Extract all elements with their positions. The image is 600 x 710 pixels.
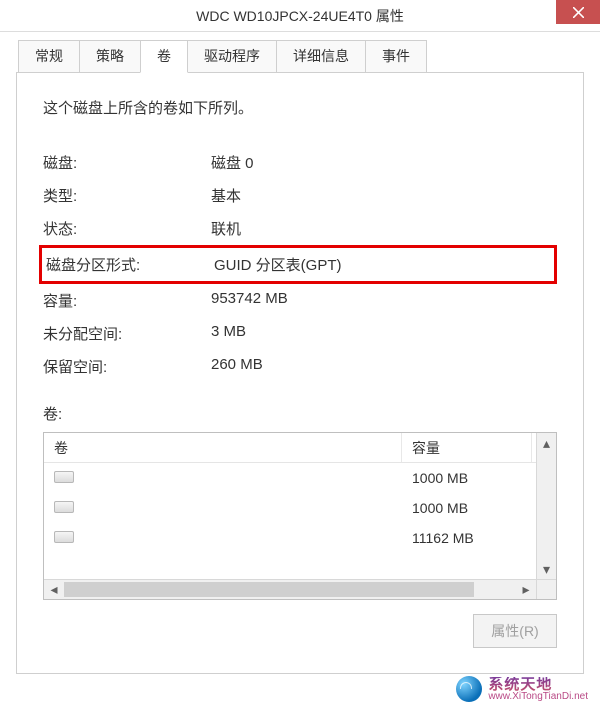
scroll-right-icon[interactable]: ▸ — [516, 580, 536, 599]
table-body: 1000 MB 1000 MB 11162 MB — [44, 463, 556, 553]
table-row[interactable]: 11162 MB — [44, 523, 556, 553]
label-capacity: 容量: — [43, 290, 211, 311]
scroll-down-icon[interactable]: ▾ — [537, 559, 556, 579]
volumes-list[interactable]: 卷 容量 1000 MB 1000 MB 11162 MB ▴ ▾ ◂ — [43, 432, 557, 600]
tab-strip: 常规 策略 卷 驱动程序 详细信息 事件 — [0, 32, 600, 73]
intro-text: 这个磁盘上所含的卷如下所列。 — [43, 97, 557, 118]
drive-icon — [54, 531, 74, 543]
tab-policies[interactable]: 策略 — [79, 40, 141, 73]
column-header-capacity[interactable]: 容量 — [402, 433, 532, 462]
value-partition-style: GUID 分区表(GPT) — [214, 254, 342, 275]
table-row[interactable]: 1000 MB — [44, 463, 556, 493]
row-capacity: 容量: 953742 MB — [43, 284, 557, 317]
scroll-left-icon[interactable]: ◂ — [44, 580, 64, 599]
drive-icon — [54, 471, 74, 483]
cell-capacity: 1000 MB — [402, 500, 532, 516]
row-reserved: 保留空间: 260 MB — [43, 350, 557, 383]
scroll-up-icon[interactable]: ▴ — [537, 433, 556, 453]
watermark-title: 系统天地 — [488, 677, 588, 692]
value-status: 联机 — [211, 218, 241, 239]
properties-button[interactable]: 属性(R) — [473, 614, 557, 648]
tab-general[interactable]: 常规 — [18, 40, 80, 73]
window-title: WDC WD10JPCX-24UE4T0 属性 — [196, 6, 404, 26]
value-reserved: 260 MB — [211, 356, 263, 377]
table-row[interactable]: 1000 MB — [44, 493, 556, 523]
drive-icon — [54, 501, 74, 513]
watermark-url: www.XiTongTianDi.net — [488, 692, 588, 702]
scroll-corner — [536, 579, 556, 599]
tab-driver[interactable]: 驱动程序 — [187, 40, 277, 73]
scroll-track[interactable] — [474, 580, 516, 599]
row-unallocated: 未分配空间: 3 MB — [43, 317, 557, 350]
cell-capacity: 1000 MB — [402, 470, 532, 486]
tab-panel-volumes: 这个磁盘上所含的卷如下所列。 磁盘: 磁盘 0 类型: 基本 状态: 联机 磁盘… — [16, 72, 584, 674]
close-icon — [573, 7, 584, 18]
tab-details[interactable]: 详细信息 — [276, 40, 366, 73]
tab-events[interactable]: 事件 — [365, 40, 427, 73]
scroll-track[interactable] — [537, 453, 556, 559]
value-type: 基本 — [211, 185, 241, 206]
row-partition-style: 磁盘分区形式: GUID 分区表(GPT) — [39, 245, 557, 284]
label-partition-style: 磁盘分区形式: — [46, 254, 214, 275]
watermark: 系统天地 www.XiTongTianDi.net — [456, 676, 588, 702]
label-disk: 磁盘: — [43, 152, 211, 173]
value-unallocated: 3 MB — [211, 323, 246, 344]
row-disk: 磁盘: 磁盘 0 — [43, 146, 557, 179]
titlebar: WDC WD10JPCX-24UE4T0 属性 — [0, 0, 600, 32]
button-area: 属性(R) — [43, 614, 557, 648]
horizontal-scrollbar[interactable]: ◂ ▸ — [44, 579, 536, 599]
row-type: 类型: 基本 — [43, 179, 557, 212]
label-reserved: 保留空间: — [43, 356, 211, 377]
value-capacity: 953742 MB — [211, 290, 288, 311]
tab-volumes[interactable]: 卷 — [140, 40, 188, 73]
column-header-volume[interactable]: 卷 — [44, 433, 402, 462]
label-unallocated: 未分配空间: — [43, 323, 211, 344]
close-button[interactable] — [556, 0, 600, 24]
cell-capacity: 11162 MB — [402, 530, 532, 546]
row-status: 状态: 联机 — [43, 212, 557, 245]
label-type: 类型: — [43, 185, 211, 206]
globe-icon — [456, 676, 482, 702]
vertical-scrollbar[interactable]: ▴ ▾ — [536, 433, 556, 579]
volumes-label: 卷: — [43, 403, 557, 424]
label-status: 状态: — [43, 218, 211, 239]
table-header: 卷 容量 — [44, 433, 556, 463]
value-disk: 磁盘 0 — [211, 152, 254, 173]
scroll-thumb[interactable] — [64, 582, 474, 597]
